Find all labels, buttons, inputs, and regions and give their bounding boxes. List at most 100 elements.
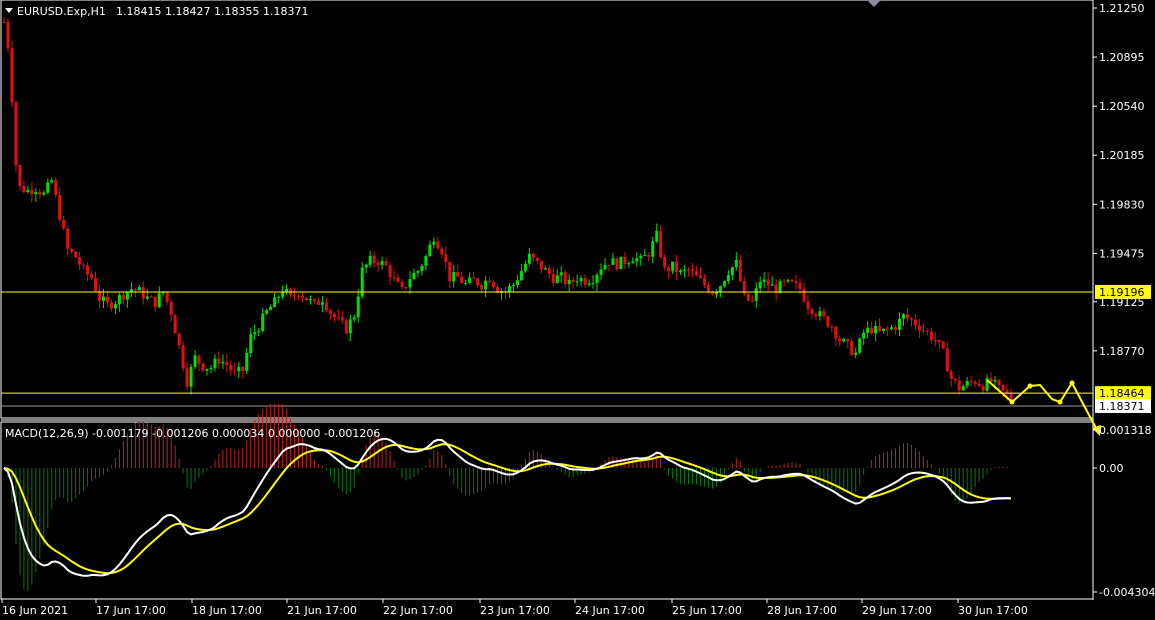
candle-body xyxy=(754,288,758,301)
dropdown-arrow-icon[interactable] xyxy=(5,8,13,13)
candle-body xyxy=(448,261,452,282)
candle-body xyxy=(201,363,205,371)
chart-canvas[interactable]: 1.191961.184641.18371 EURUSD.Exp,H1 1.18… xyxy=(0,0,1155,620)
candle-body xyxy=(846,339,850,342)
candle-body xyxy=(233,370,237,372)
candle-body xyxy=(921,330,925,332)
time-tick-label: 17 Jun 17:00 xyxy=(96,604,166,617)
candle-body xyxy=(424,256,428,266)
candle-body xyxy=(842,339,846,342)
level-lines[interactable]: 1.191961.184641.18371 xyxy=(1,284,1151,413)
candle-body xyxy=(193,355,197,367)
candle-body xyxy=(269,306,273,311)
candle-body xyxy=(949,371,953,379)
candle-body xyxy=(125,292,129,300)
candle-body xyxy=(189,366,193,387)
candle-body xyxy=(917,325,921,331)
candle-body xyxy=(1001,384,1005,391)
candle-body xyxy=(102,296,105,301)
candle-body xyxy=(683,269,687,271)
candle-body xyxy=(392,277,396,279)
candle-body xyxy=(185,368,189,387)
candle-body xyxy=(631,261,635,264)
chart-shift-icon[interactable] xyxy=(867,0,881,7)
candle-body xyxy=(794,281,798,283)
macd-tick-label: -0.004304 xyxy=(1099,586,1155,599)
candle-body xyxy=(480,285,484,290)
candle-body xyxy=(332,313,336,318)
candle-body xyxy=(591,283,595,285)
candle-body xyxy=(352,317,356,320)
candle-body xyxy=(722,281,726,287)
candle-body xyxy=(830,326,834,328)
candle-body xyxy=(702,277,706,285)
candle-body xyxy=(452,272,456,282)
candle-body xyxy=(400,281,404,288)
candle-body xyxy=(818,311,822,317)
time-tick-label: 18 Jun 17:00 xyxy=(192,604,262,617)
candle-body xyxy=(416,271,420,273)
candle-body xyxy=(905,314,909,319)
candle-body xyxy=(145,296,149,299)
candle-body xyxy=(34,191,38,195)
candle-body xyxy=(901,314,905,319)
candle-body xyxy=(488,280,492,283)
candle-body xyxy=(822,311,826,317)
candle-body xyxy=(2,21,6,23)
price-tick-label: 1.18770 xyxy=(1099,345,1145,358)
candle-body xyxy=(611,258,615,266)
ohlc-values: 1.18415 1.18427 1.18355 1.18371 xyxy=(116,5,308,18)
candle-body xyxy=(472,277,476,279)
candle-body xyxy=(639,256,643,259)
candle-body xyxy=(941,341,945,349)
candle-body xyxy=(850,341,854,355)
candle-body xyxy=(866,327,870,333)
macd-label: MACD(12,26,9) -0.001179 -0.001206 0.0000… xyxy=(5,427,380,440)
candle-body xyxy=(241,366,245,371)
candle-body xyxy=(929,331,933,340)
candle-body xyxy=(750,300,754,302)
candle-body xyxy=(583,277,587,285)
symbol-label[interactable]: EURUSD.Exp,H1 xyxy=(17,5,106,18)
candle-body xyxy=(663,256,667,268)
candle-body xyxy=(265,310,269,314)
candle-body xyxy=(623,256,627,265)
candle-body xyxy=(380,261,384,266)
candle-body xyxy=(66,228,70,249)
candle-body xyxy=(734,259,738,268)
candle-body xyxy=(30,189,34,195)
candle-body xyxy=(507,286,511,292)
candle-body xyxy=(925,330,929,332)
candle-body xyxy=(94,278,98,291)
candle-body xyxy=(655,230,659,242)
candle-body xyxy=(249,334,253,353)
candle-body xyxy=(74,251,78,258)
time-tick-label: 22 Jun 17:00 xyxy=(383,604,453,617)
level-price-label: 1.18464 xyxy=(1099,387,1145,400)
candle-body xyxy=(977,384,981,387)
candle-body xyxy=(790,279,794,282)
candle-body xyxy=(559,272,563,276)
candle-body xyxy=(149,296,153,298)
candle-body xyxy=(575,281,579,283)
candle-body xyxy=(384,261,388,266)
candle-body xyxy=(770,284,774,286)
candle-body xyxy=(177,333,181,346)
candle-body xyxy=(874,326,878,334)
candle-body xyxy=(762,279,766,282)
candle-body xyxy=(285,288,289,292)
price-panel-border xyxy=(0,0,1094,419)
candle-body xyxy=(153,296,157,308)
candle-body xyxy=(137,287,141,291)
candle-body xyxy=(245,352,249,371)
candle-body xyxy=(324,302,328,311)
candle-body xyxy=(973,382,977,385)
candle-body xyxy=(997,379,1001,385)
candle-body xyxy=(22,185,26,193)
candle-body xyxy=(157,293,161,308)
candle-body xyxy=(14,102,18,166)
candle-body xyxy=(356,296,360,318)
candle-body xyxy=(70,248,74,252)
candle-body xyxy=(336,317,340,319)
candle-body xyxy=(476,278,480,286)
